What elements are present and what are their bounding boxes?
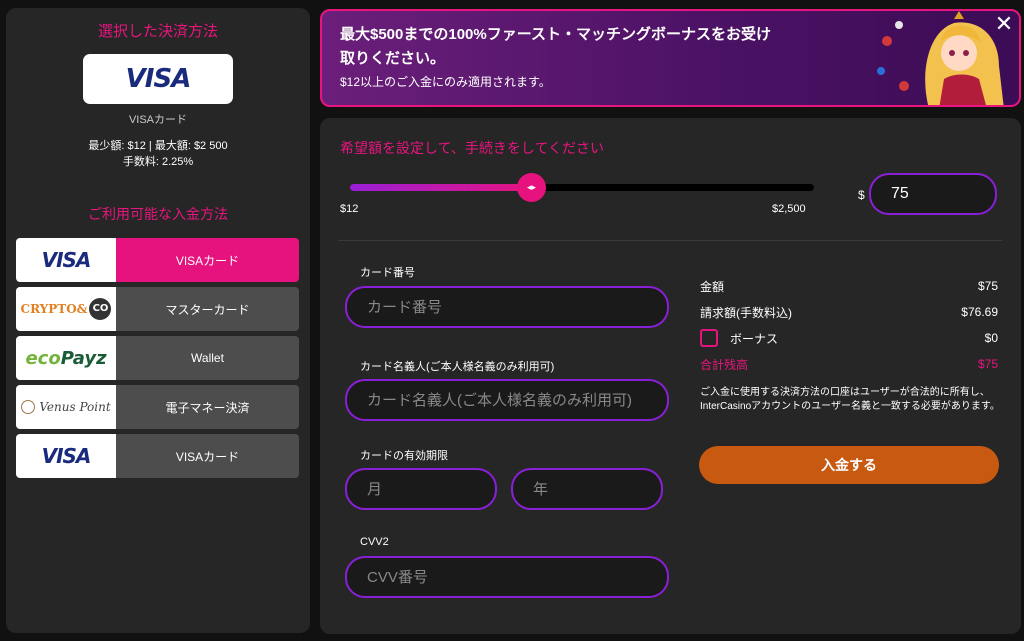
expiry-year-input[interactable] [511,468,663,510]
deposit-form-panel: 希望額を設定して、手続きをしてください ◂▸ $12 $2,500 $ カード番… [320,118,1021,634]
slider-fill [350,184,531,191]
billed-value: $76.69 [961,305,998,319]
arrows-icon: ◂▸ [526,182,537,192]
amount-prompt: 希望額を設定して、手続きをしてください [340,140,605,156]
expiry-label: カードの有効期限 [360,450,448,462]
method-item-visa[interactable]: VISA VISAカード [16,238,299,282]
slider-handle[interactable]: ◂▸ [517,173,546,202]
amount-slider[interactable]: ◂▸ [350,173,814,202]
ecopayz-logo: ecoPayz [25,347,107,369]
payment-method-panel: 選択した決済方法 VISA VISAカード 最少額: $12 | 最大額: $2… [6,8,310,633]
visa-logo: VISA [125,64,192,94]
selected-method-label: VISAカード [128,114,188,126]
venuspoint-logo: Venus Point [21,400,111,414]
bonus-option: ボーナス [700,329,778,347]
cvv-input[interactable] [345,556,669,598]
method-label: マスターカード [116,287,299,331]
method-item-visa-2[interactable]: VISA VISAカード [16,434,299,478]
ownership-notice: ご入金に使用する決済方法の口座はユーザーが合法的に所有し、InterCasino… [700,387,1000,412]
divider [338,240,1002,241]
amount-value: $75 [977,279,998,293]
bonus-label: ボーナス [730,331,779,346]
card-holder-label: カード名義人(ご本人様名義のみ利用可) [360,361,555,373]
deposit-button[interactable]: 入金する [699,446,999,484]
slider-min-label: $12 [340,203,359,215]
cvv-label: CVV2 [360,536,389,548]
amount-label: 金額 [700,279,725,294]
expiry-month-input[interactable] [345,468,497,510]
card-holder-input[interactable] [345,379,669,421]
method-logo: ecoPayz [16,336,116,380]
summary-bonus-row: ボーナス $0 [700,325,998,351]
method-item-wallet[interactable]: ecoPayz Wallet [16,336,299,380]
visa-logo: VISA [41,444,92,468]
card-number-input[interactable] [345,286,669,328]
limits-info: 最少額: $12 | 最大額: $2 500 手数料: 2.25% [6,138,310,170]
slider-max-label: $2,500 [772,203,806,215]
summary-total-row: 合計残高 $75 [700,351,998,377]
total-value: $75 [977,357,998,371]
available-methods-title: ご利用可能な入金方法 [88,206,228,222]
selected-method-title: 選択した決済方法 [97,23,218,40]
method-logo: VISA [16,238,116,282]
method-list: VISA VISAカード CRYPTO& CO マスターカード ecoPayz W… [16,238,299,483]
method-label: VISAカード [116,434,299,478]
limits-text: 最少額: $12 | 最大額: $2 500 [88,140,228,152]
billed-label: 請求額(手数料込) [700,305,792,320]
summary-billed-row: 請求額(手数料込) $76.69 [700,299,998,325]
method-item-mastercard[interactable]: CRYPTO& CO マスターカード [16,287,299,331]
bonus-checkbox[interactable] [700,329,718,347]
method-item-emoney[interactable]: Venus Point 電子マネー決済 [16,385,299,429]
bonus-value: $0 [984,331,998,345]
method-logo: Venus Point [16,385,116,429]
method-logo: CRYPTO& CO [16,287,116,331]
method-logo: VISA [16,434,116,478]
visa-logo: VISA [41,248,92,272]
close-icon[interactable]: ✕ [993,11,1015,37]
amount-input[interactable] [869,173,997,215]
method-label: 電子マネー決済 [116,385,299,429]
fee-text: 手数料: 2.25% [122,156,194,168]
cryptoco-logo: CRYPTO& CO [21,298,112,320]
summary-amount-row: 金額 $75 [700,273,998,299]
selected-method-logo: VISA [83,54,233,104]
method-label: Wallet [116,336,299,380]
currency-symbol: $ [858,188,865,202]
bonus-headline: 最大$500までの100%ファースト・マッチングボーナスをお受け取りください。 [340,26,771,67]
method-label: VISAカード [116,238,299,282]
total-label: 合計残高 [700,357,749,372]
bonus-banner: 最大$500までの100%ファースト・マッチングボーナスをお受け取りください。 … [320,9,1021,107]
summary-panel: 金額 $75 請求額(手数料込) $76.69 ボーナス $0 合計残高 $75 [700,273,998,377]
bonus-subtext: $12以上のご入金にのみ適用されます。 [340,75,551,89]
card-number-label: カード番号 [360,267,415,279]
